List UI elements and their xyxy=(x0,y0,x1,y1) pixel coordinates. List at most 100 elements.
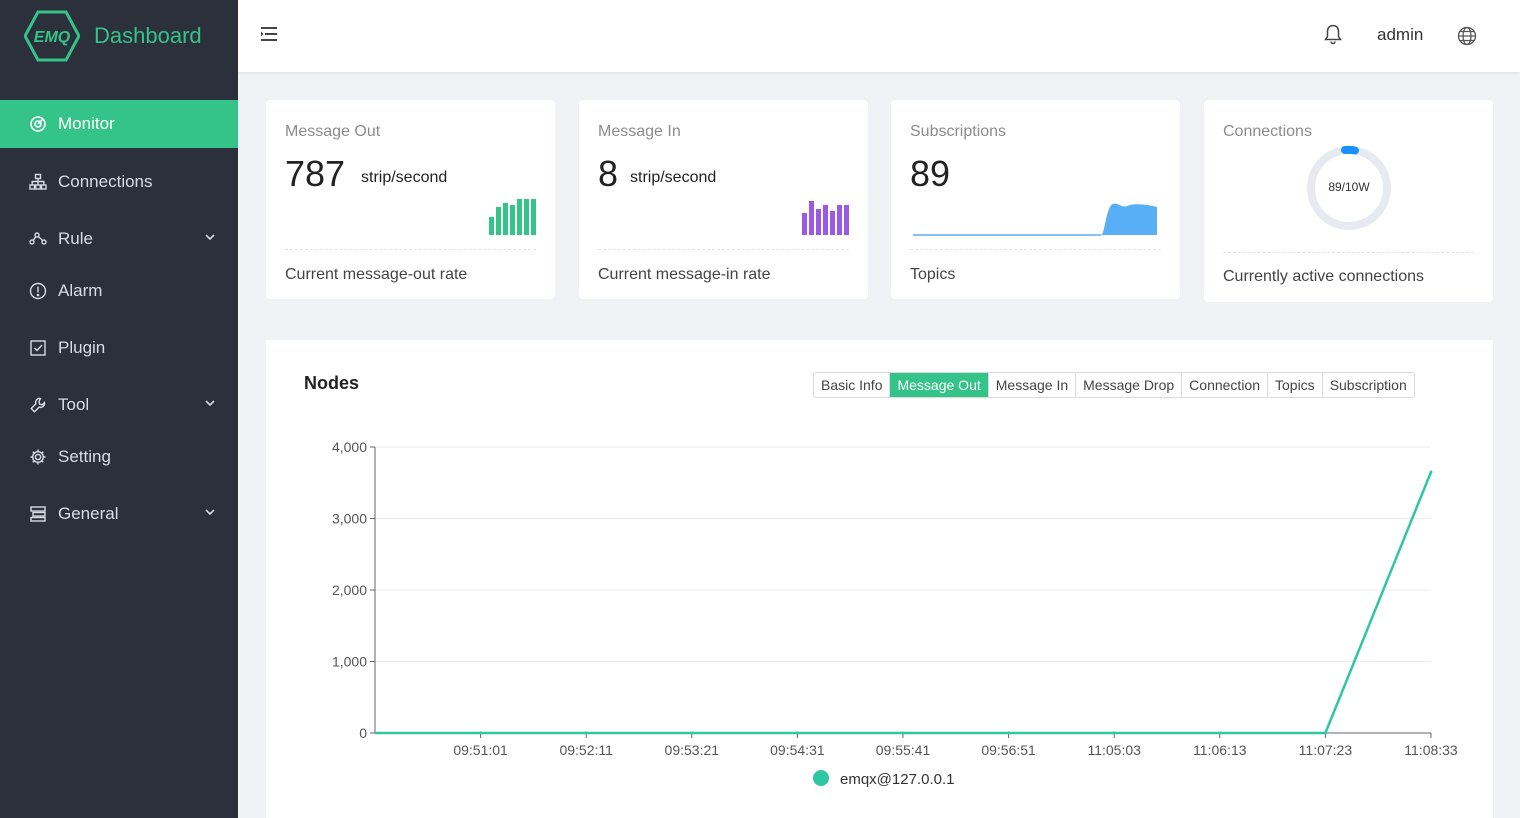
tab-subscription[interactable]: Subscription xyxy=(1322,373,1414,397)
menu-toggle-icon[interactable] xyxy=(260,26,278,42)
mini-bar-chart-out xyxy=(488,197,538,237)
card-unit: strip/second xyxy=(630,169,716,187)
x-tick-label: 11:06:13 xyxy=(1193,742,1247,758)
card-footer: Currently active connections xyxy=(1223,268,1424,286)
plugin-icon xyxy=(28,338,48,358)
data-point xyxy=(796,732,799,735)
data-point xyxy=(1218,732,1221,735)
menu-item-general[interactable]: General xyxy=(0,490,238,538)
menu-label: Setting xyxy=(58,447,111,467)
menu-label: Tool xyxy=(58,395,89,415)
card-title: Message Out xyxy=(285,123,380,141)
y-tick-label: 2,000 xyxy=(332,582,367,598)
emq-logo: EMQ xyxy=(24,10,80,62)
y-tick-label: 4,000 xyxy=(332,439,367,455)
chevron-down-icon xyxy=(204,231,216,243)
menu-label: Alarm xyxy=(58,281,102,301)
menu-label: Rule xyxy=(58,229,93,249)
tab-message-drop[interactable]: Message Drop xyxy=(1075,373,1181,397)
card-unit: strip/second xyxy=(361,169,447,187)
x-tick-label: 09:52:11 xyxy=(559,742,613,758)
x-tick-label: 11:05:03 xyxy=(1087,742,1141,758)
user-menu[interactable]: admin xyxy=(1377,25,1423,45)
data-point xyxy=(1324,732,1327,735)
x-tick-label: 11:08:33 xyxy=(1404,742,1458,758)
card-subscriptions: Subscriptions 89 Topics xyxy=(891,100,1180,299)
mini-bar-chart-in xyxy=(801,197,851,237)
card-value: 8 xyxy=(598,153,618,195)
menu-item-rule[interactable]: Rule xyxy=(0,215,238,263)
card-connections: Connections 89/10W Currently active conn… xyxy=(1204,100,1493,302)
tab-connection[interactable]: Connection xyxy=(1181,373,1267,397)
data-point xyxy=(902,732,905,735)
card-divider xyxy=(598,249,849,250)
x-tick-label: 09:53:21 xyxy=(665,742,720,758)
card-title: Connections xyxy=(1223,123,1312,141)
menu-label: General xyxy=(58,504,118,524)
nodes-tabs: Basic Info Message Out Message In Messag… xyxy=(813,372,1415,398)
legend-marker xyxy=(813,770,829,786)
ring-label: 89/10W xyxy=(1328,180,1370,194)
alarm-icon xyxy=(28,281,48,301)
connections-ring-gauge: 89/10W xyxy=(1305,144,1393,232)
tab-basic-info[interactable]: Basic Info xyxy=(814,373,889,397)
nodes-title: Nodes xyxy=(304,373,359,394)
card-divider xyxy=(285,249,536,250)
chevron-down-icon xyxy=(204,506,216,518)
gear-icon xyxy=(28,447,48,467)
series-line xyxy=(375,472,1431,733)
menu-item-monitor[interactable]: Monitor xyxy=(0,100,238,148)
svg-text:EMQ: EMQ xyxy=(34,29,71,46)
general-icon xyxy=(28,504,48,524)
x-tick-label: 09:56:51 xyxy=(981,742,1036,758)
x-tick-label: 09:55:41 xyxy=(876,742,931,758)
card-footer: Topics xyxy=(910,266,955,284)
menu-item-connections[interactable]: Connections xyxy=(0,158,238,206)
y-tick-label: 1,000 xyxy=(332,654,367,670)
legend-label: emqx@127.0.0.1 xyxy=(840,771,954,788)
top-header: admin xyxy=(238,0,1520,72)
data-point xyxy=(1430,471,1433,474)
tab-message-out[interactable]: Message Out xyxy=(889,373,987,397)
tool-icon xyxy=(28,395,48,415)
data-point xyxy=(585,732,588,735)
card-title: Subscriptions xyxy=(910,123,1006,141)
y-tick-label: 0 xyxy=(359,725,367,741)
chevron-down-icon xyxy=(204,397,216,409)
brand[interactable]: EMQ Dashboard xyxy=(0,0,238,72)
nodes-panel: Nodes Basic Info Message Out Message In … xyxy=(266,340,1493,818)
bell-icon[interactable] xyxy=(1323,23,1343,45)
x-tick-label: 11:07:23 xyxy=(1299,742,1353,758)
card-divider xyxy=(1223,252,1474,253)
y-tick-label: 3,000 xyxy=(332,511,367,527)
x-tick-label: 09:51:01 xyxy=(453,742,508,758)
x-tick-label: 09:54:31 xyxy=(770,742,825,758)
data-point xyxy=(1113,732,1116,735)
rule-icon xyxy=(28,229,48,249)
data-point xyxy=(1007,732,1010,735)
tab-topics[interactable]: Topics xyxy=(1267,373,1322,397)
menu-label: Connections xyxy=(58,172,153,192)
language-globe-icon[interactable] xyxy=(1457,26,1477,46)
card-footer: Current message-in rate xyxy=(598,266,771,284)
sidebar: EMQ Dashboard Monitor Connections Rule xyxy=(0,0,238,818)
brand-title: Dashboard xyxy=(94,23,202,49)
connections-icon xyxy=(28,172,48,192)
menu-label: Plugin xyxy=(58,338,105,358)
card-value: 89 xyxy=(910,153,950,195)
data-point xyxy=(690,732,693,735)
menu-item-alarm[interactable]: Alarm xyxy=(0,267,238,315)
data-point xyxy=(479,732,482,735)
tab-message-in[interactable]: Message In xyxy=(988,373,1075,397)
menu-item-plugin[interactable]: Plugin xyxy=(0,324,238,372)
nodes-line-chart: 0 1,000 2,000 3,000 4,000 09:51:01 09:52:11 09:… xyxy=(266,425,1493,818)
menu-item-setting[interactable]: Setting xyxy=(0,433,238,481)
card-value: 787 xyxy=(285,153,345,195)
card-divider xyxy=(910,249,1161,250)
menu-item-tool[interactable]: Tool xyxy=(0,381,238,429)
menu-label: Monitor xyxy=(58,114,115,134)
monitor-icon xyxy=(28,114,48,134)
mini-area-chart-subscriptions xyxy=(913,200,1159,238)
card-title: Message In xyxy=(598,123,681,141)
card-message-out: Message Out 787 strip/second Current mes… xyxy=(266,100,555,299)
